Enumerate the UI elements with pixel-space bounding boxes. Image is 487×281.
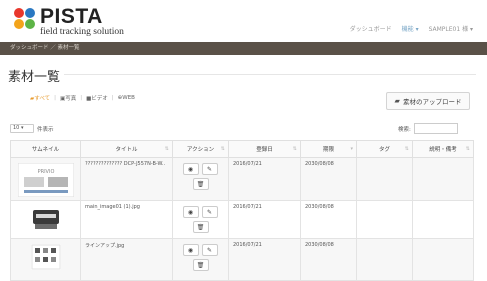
filter-web-label: WEB (122, 95, 135, 101)
deadline-cell: 2030/08/08 (300, 238, 357, 281)
page-size-value: 10 (13, 125, 20, 131)
table-row[interactable]: main_image01 (1).jpg ◉ ✎ 🗑 2016/07/21 20… (10, 200, 474, 239)
breadcrumb: ダッシュボード ／ 素材一覧 (0, 42, 487, 55)
media-filter-bar: ▰すべて | ▣写真 | ■ビデオ | ⊕WEB (30, 94, 135, 102)
thumbnail-cell: PRIVIO (10, 157, 81, 201)
delete-button[interactable]: 🗑 (192, 178, 209, 190)
nav-user-menu[interactable]: SAMPLE01 様 ▾ (429, 24, 473, 33)
thumbnail-image[interactable] (30, 206, 61, 232)
thumbnail-cell (10, 238, 81, 281)
note-cell (412, 200, 474, 239)
deadline-cell: 2030/08/08 (300, 200, 357, 239)
trash-icon: 🗑 (196, 223, 205, 231)
table-row[interactable]: ラインアップ.jpg ◉ ✎ 🗑 2016/07/21 2030/08/08 (10, 238, 474, 281)
view-button[interactable]: ◉ (182, 206, 199, 218)
col-tag[interactable]: タグ ⇅ (356, 140, 413, 158)
logo-mark-icon (14, 8, 36, 30)
filter-video[interactable]: ■ビデオ (86, 94, 108, 102)
pencil-icon: ✎ (206, 165, 213, 173)
search-label: 検索: (398, 126, 411, 133)
delete-button[interactable]: 🗑 (192, 221, 209, 233)
filter-separator: | (111, 95, 114, 101)
view-button[interactable]: ◉ (182, 244, 199, 256)
app-header: PISTA field tracking solution ダッシュボード 機能… (0, 0, 487, 42)
title-divider (64, 74, 476, 75)
filter-all[interactable]: ▰すべて (30, 94, 50, 102)
eye-icon: ◉ (187, 246, 194, 254)
col-registered[interactable]: 登録日 ⇅ (228, 140, 301, 158)
registered-cell: 2016/07/21 (228, 200, 301, 239)
filter-separator: | (54, 95, 56, 101)
pista-logo[interactable]: PISTA field tracking solution (14, 6, 124, 38)
col-note[interactable]: 説明・備考 ⇅ (412, 140, 474, 158)
filter-all-label: すべて (34, 96, 51, 102)
search-input[interactable] (413, 123, 458, 134)
pencil-icon: ✎ (206, 246, 213, 254)
note-cell (412, 238, 474, 281)
deadline-cell: 2030/08/08 (300, 157, 357, 201)
col-thumbnail[interactable]: サムネイル (10, 140, 81, 158)
nav-features[interactable]: 機能 ▾ (402, 24, 419, 33)
logo-title: PISTA (40, 5, 103, 28)
registered-cell: 2016/07/21 (228, 157, 301, 201)
thumbnail-image[interactable] (30, 244, 61, 270)
top-nav: ダッシュボード 機能 ▾ SAMPLE01 様 ▾ (350, 24, 473, 33)
filter-video-label: ビデオ (91, 96, 108, 102)
logo-subtitle: field tracking solution (40, 27, 124, 37)
filter-photo-label: 写真 (65, 96, 77, 102)
trash-icon: 🗑 (196, 261, 205, 269)
filter-web[interactable]: ⊕WEB (118, 95, 135, 101)
title-cell: main_image01 (1).jpg (80, 200, 173, 239)
table-row[interactable]: PRIVIO ?????????????? DCP-J557N-B-W.. ◉ … (10, 157, 474, 201)
table-header-row: サムネイル タイトル ⇅ アクション ⇅ 登録日 ⇅ 期限 ▾ タグ ⇅ 説明・備考 ⇅ (10, 140, 474, 158)
filter-photo[interactable]: ▣写真 (60, 94, 76, 102)
eye-icon: ◉ (187, 165, 194, 173)
edit-button[interactable]: ✎ (201, 244, 218, 256)
action-cell: ◉ ✎ 🗑 (172, 157, 229, 201)
eye-icon: ◉ (187, 208, 194, 216)
thumbnail-image[interactable]: PRIVIO (17, 163, 74, 197)
trash-icon: 🗑 (196, 180, 205, 188)
folder-open-icon: ▰ (394, 97, 400, 105)
tag-cell (356, 200, 413, 239)
svg-text:PRIVIO: PRIVIO (37, 169, 54, 175)
title-cell: ラインアップ.jpg (80, 238, 173, 281)
tag-cell (356, 157, 413, 201)
action-cell: ◉ ✎ 🗑 (172, 200, 229, 239)
upload-material-button[interactable]: ▰ 素材のアップロード (386, 92, 470, 110)
page-size-select[interactable]: 10 ▾ (10, 124, 34, 133)
action-cell: ◉ ✎ 🗑 (172, 238, 229, 281)
registered-cell: 2016/07/21 (228, 238, 301, 281)
page-size-control: 10 ▾ 件表示 (10, 124, 54, 133)
edit-button[interactable]: ✎ (201, 163, 218, 175)
col-deadline[interactable]: 期限 ▾ (300, 140, 357, 158)
filter-separator: | (80, 95, 83, 101)
thumbnail-cell (10, 200, 81, 239)
materials-table: サムネイル タイトル ⇅ アクション ⇅ 登録日 ⇅ 期限 ▾ タグ ⇅ 説明・備考 ⇅ P… (10, 140, 474, 281)
col-title[interactable]: タイトル ⇅ (80, 140, 173, 158)
nav-dashboard[interactable]: ダッシュボード (350, 24, 392, 33)
col-action[interactable]: アクション ⇅ (172, 140, 229, 158)
pencil-icon: ✎ (206, 208, 213, 216)
upload-button-label: 素材のアップロード (402, 98, 462, 106)
search-control: 検索: (398, 123, 458, 134)
delete-button[interactable]: 🗑 (192, 259, 209, 271)
view-button[interactable]: ◉ (182, 163, 199, 175)
page-size-suffix: 件表示 (37, 126, 54, 133)
title-cell: ?????????????? DCP-J557N-B-W.. (80, 157, 173, 201)
note-cell (412, 157, 474, 201)
tag-cell (356, 238, 413, 281)
edit-button[interactable]: ✎ (201, 206, 218, 218)
page-title: 素材一覧 (8, 70, 61, 85)
